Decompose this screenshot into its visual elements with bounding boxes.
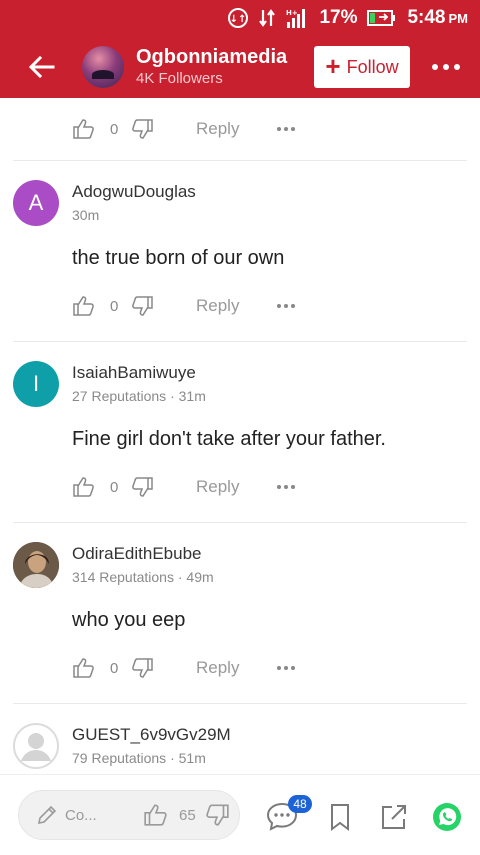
share-button[interactable] [380, 803, 408, 831]
comment-header: A AdogwuDouglas 30m [0, 161, 480, 226]
comment-count-badge: 48 [288, 795, 312, 813]
reply-button[interactable]: Reply [196, 119, 239, 139]
data-transfer-icon [259, 7, 276, 29]
signal-icon: H+ [285, 7, 309, 29]
article-like-button[interactable] [143, 803, 169, 827]
share-external-icon [382, 805, 406, 829]
data-saver-icon: ↓↑ [227, 7, 249, 29]
comment-author[interactable]: IsaiahBamiwuye [72, 363, 196, 383]
default-user-icon [13, 723, 59, 769]
avatar[interactable] [13, 723, 59, 769]
dislike-button[interactable] [130, 476, 154, 498]
svg-text:H+: H+ [286, 9, 298, 17]
bottom-action-bar: Co... 65 48 [0, 774, 480, 855]
plus-icon: + [325, 50, 341, 81]
comment-text: the true born of our own [72, 247, 285, 269]
comment-header: GUEST_6v9vGv29M 79 Reputations · 51m [0, 704, 480, 769]
compose-placeholder: Co... [65, 806, 97, 824]
more-options-button[interactable] [424, 46, 468, 88]
comment-actions: 0 Reply [0, 452, 480, 522]
pencil-icon [37, 805, 57, 825]
bookmark-button[interactable] [329, 803, 351, 831]
channel-name: Ogbonniamedia [136, 46, 288, 68]
channel-avatar[interactable] [82, 46, 124, 88]
article-like-count: 65 [179, 806, 196, 824]
thumbs-up-icon [73, 477, 94, 497]
comment-more-button[interactable] [277, 127, 296, 131]
comment-header: I IsaiahBamiwuye 27 Reputations · 31m [0, 342, 480, 407]
article-dislike-button[interactable] [204, 803, 230, 827]
arrow-left-icon [29, 56, 55, 78]
avatar[interactable] [13, 542, 59, 588]
thumbs-up-icon [73, 658, 94, 678]
like-count: 0 [110, 297, 119, 315]
thumbs-down-icon [132, 477, 153, 497]
comment-author[interactable]: GUEST_6v9vGv29M [72, 725, 231, 745]
comment-author[interactable]: OdiraEdithEbube [72, 544, 201, 564]
compose-pill: Co... 65 [18, 790, 240, 840]
status-bar: ↓↑ H+ 17% 5:48 PM [0, 0, 480, 36]
thumbs-up-icon [73, 119, 94, 139]
channel-info[interactable]: Ogbonniamedia 4K Followers [136, 45, 314, 89]
dislike-button[interactable] [130, 295, 154, 317]
thumbs-up-icon [73, 296, 94, 316]
battery-percent: 17% [319, 7, 358, 28]
like-count: 0 [110, 659, 119, 677]
reply-button[interactable]: Reply [196, 296, 239, 316]
avatar[interactable]: A [13, 180, 59, 226]
bookmark-icon [331, 804, 349, 831]
dislike-button[interactable] [130, 657, 154, 679]
comment-more-button[interactable] [277, 666, 296, 670]
comment-text: who you eep [72, 609, 186, 631]
comment-more-button[interactable] [277, 304, 296, 308]
battery-charging-icon [367, 9, 397, 27]
app-header: ↓↑ H+ 17% 5:48 PM Ogbonniamedia 4K Follow… [0, 0, 480, 98]
clock: 5:48 PM [407, 7, 468, 28]
title-row: Ogbonniamedia 4K Followers + Follow [0, 36, 480, 98]
back-button[interactable] [0, 36, 84, 98]
comment-feed[interactable]: 0 Reply A AdogwuDouglas 30m the true bor… [0, 98, 480, 774]
dislike-button[interactable] [130, 118, 154, 140]
channel-followers: 4K Followers [136, 70, 223, 87]
comment-item: I IsaiahBamiwuye 27 Reputations · 31m Fi… [0, 342, 480, 522]
comment-more-button[interactable] [277, 485, 296, 489]
follow-label: Follow [346, 56, 399, 77]
avatar[interactable]: I [13, 361, 59, 407]
comment-meta: 79 Reputations · 51m [72, 750, 206, 766]
comment-compose-input[interactable]: Co... [35, 803, 125, 827]
like-button[interactable] [72, 295, 96, 317]
comment-text: Fine girl don't take after your father. [72, 428, 386, 450]
like-button[interactable] [72, 118, 96, 140]
like-button[interactable] [72, 476, 96, 498]
thumbs-down-icon [132, 119, 153, 139]
comment-meta: 30m [72, 207, 100, 223]
thumbs-down-icon [132, 296, 153, 316]
like-count: 0 [110, 120, 119, 138]
whatsapp-share-button[interactable] [432, 802, 462, 832]
follow-button[interactable]: + Follow [314, 46, 410, 88]
thumbs-down-icon [205, 804, 229, 826]
comment-item: A AdogwuDouglas 30m the true born of our… [0, 161, 480, 341]
comment-meta: 314 Reputations · 49m [72, 569, 214, 585]
like-button[interactable] [72, 657, 96, 679]
comment-author[interactable]: AdogwuDouglas [72, 182, 196, 202]
like-count: 0 [110, 478, 119, 496]
reply-button[interactable]: Reply [196, 658, 239, 678]
comment-item: OdiraEdithEbube 314 Reputations · 49m wh… [0, 523, 480, 703]
thumbs-down-icon [132, 658, 153, 678]
comment-actions: 0 Reply [0, 98, 480, 160]
reply-button[interactable]: Reply [196, 477, 239, 497]
thumbs-up-icon [144, 804, 167, 826]
comment-header: OdiraEdithEbube 314 Reputations · 49m [0, 523, 480, 588]
comment-actions: 0 Reply [0, 271, 480, 341]
more-dots-icon [432, 64, 460, 70]
svg-text:↓↑: ↓↑ [230, 14, 247, 25]
whatsapp-icon [433, 803, 461, 831]
comment-item: GUEST_6v9vGv29M 79 Reputations · 51m [0, 704, 480, 769]
comment-actions: 0 Reply [0, 633, 480, 703]
comment-meta: 27 Reputations · 31m [72, 388, 206, 404]
user-photo-icon [13, 542, 59, 588]
